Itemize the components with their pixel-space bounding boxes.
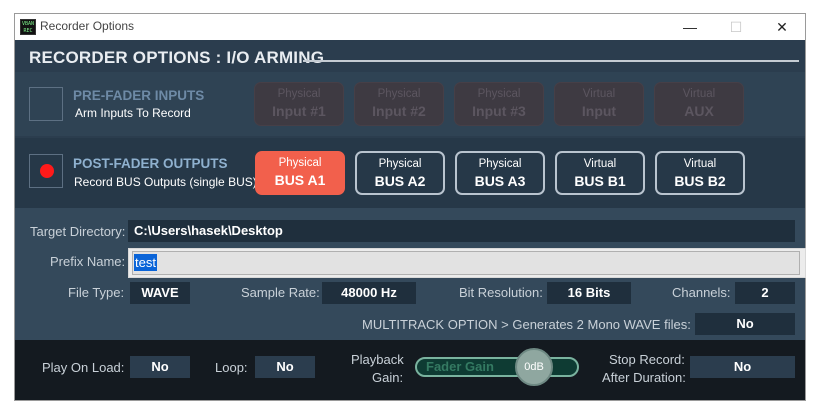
bit-resolution-label: Bit Resolution:	[459, 285, 543, 300]
bus-b2-button[interactable]: Virtual BUS B2	[655, 151, 745, 195]
button-top-label: Physical	[377, 88, 421, 100]
button-top-label: Virtual	[683, 158, 717, 170]
button-top-label: Physical	[477, 88, 521, 100]
bit-resolution-value[interactable]: 16 Bits	[547, 282, 631, 304]
header-divider	[303, 60, 799, 62]
button-bottom-label: BUS A2	[374, 173, 426, 189]
window-title: Recorder Options	[40, 19, 135, 33]
fader-gain-label: Fader Gain	[426, 359, 494, 374]
channels-label: Channels:	[672, 285, 731, 300]
playback-gain-label-line1: Playback	[351, 352, 404, 367]
button-top-label: Physical	[378, 158, 422, 170]
minimize-button[interactable]: —	[667, 15, 713, 39]
maximize-button: ☐	[729, 19, 743, 35]
bus-a3-button[interactable]: Physical BUS A3	[455, 151, 545, 195]
bus-a1-button[interactable]: Physical BUS A1	[255, 151, 345, 195]
button-top-label: Physical	[478, 158, 522, 170]
button-bottom-label: BUS A1	[274, 172, 326, 188]
fader-gain-value: 0dB	[524, 361, 544, 373]
pre-fader-subtitle: Arm Inputs To Record	[75, 106, 191, 120]
vban-icon: VBAN REC	[20, 19, 36, 35]
multitrack-value[interactable]: No	[695, 313, 795, 335]
multitrack-label: MULTITRACK OPTION > Generates 2 Mono WAV…	[362, 317, 691, 332]
target-directory-field[interactable]: C:\Users\hasek\Desktop	[128, 220, 795, 242]
button-top-label: Physical	[278, 157, 322, 169]
prefix-name-input[interactable]: test	[134, 254, 157, 271]
stop-record-value[interactable]: No	[690, 356, 795, 378]
button-bottom-label: Input #2	[372, 103, 426, 119]
button-top-label: Virtual	[583, 158, 617, 170]
pre-fader-title: PRE-FADER INPUTS	[73, 88, 205, 103]
loop-label: Loop:	[215, 360, 248, 375]
sample-rate-label: Sample Rate:	[241, 285, 320, 300]
button-bottom-label: BUS A3	[474, 173, 526, 189]
loop-value[interactable]: No	[255, 356, 315, 378]
page-title: RECORDER OPTIONS : I/O ARMING	[29, 48, 325, 67]
pre-input-3-button[interactable]: Physical Input #3	[454, 82, 544, 126]
button-bottom-label: BUS B1	[574, 173, 626, 189]
stop-record-label-line2: After Duration:	[602, 370, 686, 385]
button-bottom-label: Input #1	[272, 103, 326, 119]
play-on-load-value[interactable]: No	[130, 356, 190, 378]
playback-gain-label-line2: Gain:	[372, 370, 404, 385]
file-type-value[interactable]: WAVE	[130, 282, 190, 304]
pre-input-2-button[interactable]: Physical Input #2	[354, 82, 444, 126]
prefix-field-border	[132, 251, 800, 275]
target-directory-label: Target Directory:	[30, 224, 126, 239]
post-fader-subtitle: Record BUS Outputs (single BUS)	[74, 175, 257, 189]
bus-b1-button[interactable]: Virtual BUS B1	[555, 151, 645, 195]
file-type-label: File Type:	[68, 285, 125, 300]
button-top-label: Physical	[277, 88, 321, 100]
button-top-label: Virtual	[682, 88, 716, 100]
pre-virtual-aux-button[interactable]: Virtual AUX	[654, 82, 744, 126]
stop-record-label-line1: Stop Record:	[609, 352, 685, 367]
button-bottom-label: Input #3	[472, 103, 526, 119]
channels-value[interactable]: 2	[735, 282, 795, 304]
pre-fader-arm-checkbox[interactable]	[29, 87, 63, 121]
post-fader-title: POST-FADER OUTPUTS	[73, 156, 228, 171]
play-on-load-label: Play On Load:	[42, 360, 125, 375]
button-bottom-label: Input	[581, 103, 617, 119]
close-button[interactable]: ✕	[759, 15, 805, 39]
button-top-label: Virtual	[582, 88, 616, 100]
pre-virtual-input-button[interactable]: Virtual Input	[554, 82, 644, 126]
record-dot-icon	[40, 164, 54, 178]
prefix-name-label: Prefix Name:	[50, 254, 126, 269]
pre-input-1-button[interactable]: Physical Input #1	[254, 82, 344, 126]
bus-a2-button[interactable]: Physical BUS A2	[355, 151, 445, 195]
button-bottom-label: BUS B2	[674, 173, 726, 189]
sample-rate-value[interactable]: 48000 Hz	[322, 282, 416, 304]
button-bottom-label: AUX	[684, 103, 714, 119]
